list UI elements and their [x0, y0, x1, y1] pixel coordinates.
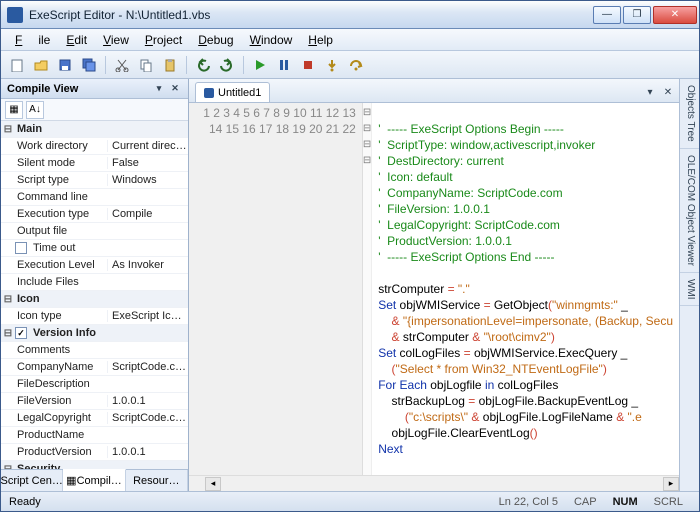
fold-column[interactable]: ⊟ ⊟ ⊟ ⊟ — [363, 103, 372, 475]
file-icon — [204, 88, 214, 98]
status-cap: CAP — [566, 496, 605, 508]
prop-row[interactable]: ProductVersion1.0.0.1 — [1, 444, 188, 461]
toolbar — [1, 51, 699, 79]
prop-category[interactable]: ⊟Main — [1, 121, 188, 138]
editor-hscroll[interactable]: ◂ ▸ — [189, 475, 679, 491]
menu-bar: File Edit View Project Debug Window Help — [1, 29, 699, 51]
prop-row[interactable]: Script typeWindows — [1, 172, 188, 189]
prop-category[interactable]: ⊟Security — [1, 461, 188, 469]
run-button[interactable] — [250, 55, 270, 75]
left-tabs: Script Cen… ▦ Compil… Resour… — [1, 469, 188, 491]
editor-area: Untitled1 ▾ ✕ 1 2 3 4 5 6 7 8 9 10 11 12… — [189, 79, 679, 491]
prop-row[interactable]: LegalCopyrightScriptCode.com — [1, 410, 188, 427]
prop-row[interactable]: FileDescription — [1, 376, 188, 393]
tab-resources[interactable]: Resour… — [126, 470, 188, 491]
right-docked-tabs: Objects TreeOLE/COM Object ViewerWMI — [679, 79, 699, 491]
prop-row[interactable]: Time out — [1, 240, 188, 257]
line-gutter: 1 2 3 4 5 6 7 8 9 10 11 12 13 14 15 16 1… — [189, 103, 363, 475]
panel-close-icon[interactable]: ✕ — [168, 82, 182, 96]
prop-row[interactable]: ProductName — [1, 427, 188, 444]
tab-dropdown-icon[interactable]: ▾ — [643, 85, 657, 99]
status-scrl: SCRL — [646, 496, 691, 508]
prop-row[interactable]: Silent modeFalse — [1, 155, 188, 172]
scroll-left-icon[interactable]: ◂ — [205, 477, 221, 491]
prop-categorized-button[interactable]: ▦ — [5, 101, 23, 119]
paste-button[interactable] — [160, 55, 180, 75]
stepinto-button[interactable] — [322, 55, 342, 75]
stepover-button[interactable] — [346, 55, 366, 75]
open-button[interactable] — [31, 55, 51, 75]
prop-row[interactable]: Output file — [1, 223, 188, 240]
prop-row[interactable]: FileVersion1.0.0.1 — [1, 393, 188, 410]
prop-row[interactable]: Comments — [1, 342, 188, 359]
prop-row[interactable]: Command line — [1, 189, 188, 206]
pause-button[interactable] — [274, 55, 294, 75]
save-button[interactable] — [55, 55, 75, 75]
app-window: ExeScript Editor - N:\Untitled1.vbs — ❐ … — [0, 0, 700, 512]
tab-untitled1[interactable]: Untitled1 — [195, 82, 270, 102]
redo-button[interactable] — [217, 55, 237, 75]
tab-label: Untitled1 — [218, 87, 261, 99]
panel-dropdown-icon[interactable]: ▾ — [152, 82, 166, 96]
prop-row[interactable]: CompanyNameScriptCode.com — [1, 359, 188, 376]
maximize-button[interactable]: ❐ — [623, 6, 651, 24]
cut-button[interactable] — [112, 55, 132, 75]
prop-row[interactable]: Execution typeCompile — [1, 206, 188, 223]
status-bar: Ready Ln 22, Col 5 CAP NUM SCRL — [1, 491, 699, 511]
tab-close-icon[interactable]: ✕ — [661, 85, 675, 99]
menu-help[interactable]: Help — [300, 31, 341, 49]
window-title: ExeScript Editor - N:\Untitled1.vbs — [29, 8, 593, 22]
stop-button[interactable] — [298, 55, 318, 75]
undo-button[interactable] — [193, 55, 213, 75]
prop-sort-button[interactable]: A↓ — [26, 101, 44, 119]
prop-toolbar: ▦ A↓ — [1, 99, 188, 121]
prop-category[interactable]: ⊟Icon — [1, 291, 188, 308]
prop-row[interactable]: Include Files — [1, 274, 188, 291]
prop-row[interactable]: Work directoryCurrent directory — [1, 138, 188, 155]
compile-view-panel: Compile View ▾ ✕ ▦ A↓ ⊟MainWork director… — [1, 79, 189, 491]
menu-file[interactable]: File — [7, 31, 58, 49]
side-tab-ole-com-object-viewer[interactable]: OLE/COM Object Viewer — [680, 149, 699, 273]
side-tab-wmi[interactable]: WMI — [680, 273, 699, 307]
code-text[interactable]: ' ----- ExeScript Options Begin -----' S… — [372, 103, 679, 475]
status-position: Ln 22, Col 5 — [491, 496, 566, 508]
tab-compile[interactable]: ▦ Compil… — [63, 469, 125, 491]
prop-row[interactable]: Execution LevelAs Invoker — [1, 257, 188, 274]
property-grid[interactable]: ⊟MainWork directoryCurrent directorySile… — [1, 121, 188, 469]
panel-title: Compile View — [7, 83, 78, 95]
code-editor[interactable]: 1 2 3 4 5 6 7 8 9 10 11 12 13 14 15 16 1… — [189, 103, 679, 475]
document-tabs: Untitled1 ▾ ✕ — [189, 79, 679, 103]
saveall-button[interactable] — [79, 55, 99, 75]
side-tab-objects-tree[interactable]: Objects Tree — [680, 79, 699, 149]
panel-header[interactable]: Compile View ▾ ✕ — [1, 79, 188, 99]
minimize-button[interactable]: — — [593, 6, 621, 24]
menu-debug[interactable]: Debug — [190, 31, 241, 49]
menu-window[interactable]: Window — [242, 31, 301, 49]
prop-row[interactable]: Icon typeExeScript Ic… — [1, 308, 188, 325]
copy-button[interactable] — [136, 55, 156, 75]
app-icon — [7, 7, 23, 23]
status-ready: Ready — [9, 496, 491, 508]
new-button[interactable] — [7, 55, 27, 75]
close-button[interactable]: ✕ — [653, 6, 697, 24]
menu-view[interactable]: View — [95, 31, 137, 49]
status-num: NUM — [605, 496, 646, 508]
menu-edit[interactable]: Edit — [58, 31, 95, 49]
title-bar[interactable]: ExeScript Editor - N:\Untitled1.vbs — ❐ … — [1, 1, 699, 29]
prop-category[interactable]: ⊟✓Version Info — [1, 325, 188, 342]
tab-script-center[interactable]: Script Cen… — [1, 470, 63, 491]
menu-project[interactable]: Project — [137, 31, 190, 49]
scroll-right-icon[interactable]: ▸ — [663, 477, 679, 491]
